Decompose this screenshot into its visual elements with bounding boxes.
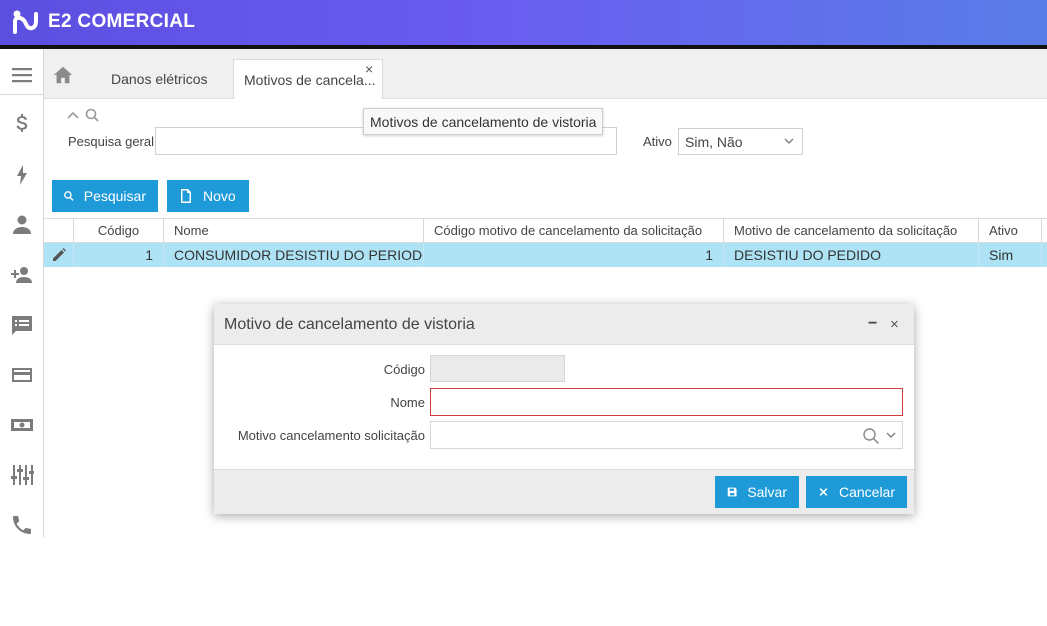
tab-tooltip: Motivos de cancelamento de vistoria bbox=[363, 108, 604, 135]
sliders-icon bbox=[11, 465, 34, 485]
home-icon bbox=[53, 66, 73, 84]
dialog-title: Motivo de cancelamento de vistoria bbox=[224, 316, 475, 333]
sidebar-item-card[interactable] bbox=[0, 355, 44, 395]
cancel-button[interactable]: Cancelar bbox=[806, 476, 907, 508]
sidebar-item-settings[interactable] bbox=[0, 455, 44, 495]
motivo-lookup-field[interactable] bbox=[430, 421, 903, 449]
nome-field[interactable] bbox=[430, 388, 903, 416]
dialog-minimize-button[interactable]: − bbox=[868, 315, 877, 333]
dialog-footer: Salvar Cancelar bbox=[214, 469, 914, 514]
table-row[interactable]: 1 CONSUMIDOR DESISTIU DO PERIODO 1 DESIS… bbox=[44, 243, 1047, 267]
cancel-button-label: Cancelar bbox=[838, 484, 895, 500]
chevron-down-icon[interactable] bbox=[886, 431, 896, 439]
search-button-label: Pesquisar bbox=[83, 188, 146, 204]
chat-list-icon bbox=[12, 316, 32, 335]
active-filter-value: Sim, Não bbox=[685, 133, 743, 150]
tab-label: Danos elétricos bbox=[111, 71, 208, 87]
search-icon bbox=[64, 191, 74, 201]
tab-motivos-cancelamento[interactable]: Motivos de cancela... bbox=[233, 59, 383, 99]
tab-home[interactable] bbox=[50, 63, 76, 87]
sidebar-item-messages[interactable] bbox=[0, 305, 44, 345]
column-header-ativo[interactable]: Ativo bbox=[979, 219, 1042, 242]
save-icon bbox=[727, 487, 737, 497]
search-icon bbox=[85, 108, 99, 122]
sidebar-item-electrical[interactable] bbox=[0, 155, 44, 195]
column-header-codigo[interactable]: Código bbox=[74, 219, 164, 242]
grid-header: Código Nome Código motivo de cancelament… bbox=[44, 218, 1047, 243]
app-logo[interactable]: E2 COMERCIAL bbox=[12, 10, 195, 34]
app-name: E2 COMERCIAL bbox=[48, 11, 196, 32]
tab-bar: Danos elétricos Motivos de cancela... × bbox=[44, 49, 1047, 99]
save-button[interactable]: Salvar bbox=[715, 476, 799, 508]
nome-label: Nome bbox=[390, 395, 425, 410]
menu-button[interactable] bbox=[0, 55, 44, 95]
active-filter-label: Ativo bbox=[643, 134, 672, 149]
phone-icon bbox=[13, 516, 31, 534]
document-icon bbox=[181, 189, 191, 203]
cell-nome: CONSUMIDOR DESISTIU DO PERIODO bbox=[164, 243, 424, 267]
sidebar-item-money[interactable] bbox=[0, 405, 44, 445]
add-person-icon bbox=[11, 267, 32, 283]
results-grid: Código Nome Código motivo de cancelament… bbox=[44, 218, 1047, 267]
money-icon bbox=[11, 419, 33, 431]
chevron-down-icon bbox=[784, 138, 794, 144]
dialog-close-button[interactable]: × bbox=[890, 316, 899, 333]
close-icon bbox=[819, 488, 828, 496]
cell-ativo: Sim bbox=[979, 243, 1042, 267]
tab-label: Motivos de cancela... bbox=[244, 71, 376, 88]
codigo-field bbox=[430, 355, 565, 382]
column-header-nome[interactable]: Nome bbox=[164, 219, 424, 242]
search-button[interactable]: Pesquisar bbox=[52, 180, 158, 212]
cell-codigo: 1 bbox=[74, 243, 164, 267]
app-header: E2 COMERCIAL bbox=[0, 0, 1047, 45]
grid-header-actions bbox=[44, 219, 74, 242]
dialog-header: Motivo de cancelamento de vistoria − × bbox=[214, 304, 914, 345]
logo-icon bbox=[13, 10, 38, 34]
new-button[interactable]: Novo bbox=[167, 180, 249, 212]
cell-codigo-motivo: 1 bbox=[424, 243, 724, 267]
person-icon bbox=[13, 215, 31, 234]
active-filter-select[interactable]: Sim, Não bbox=[678, 128, 803, 155]
sidebar-item-financial[interactable] bbox=[0, 104, 44, 144]
general-search-label: Pesquisa geral bbox=[68, 134, 154, 149]
new-button-label: Novo bbox=[203, 188, 236, 204]
card-icon bbox=[12, 368, 32, 382]
sidebar-item-phone[interactable] bbox=[0, 505, 44, 545]
tab-danos-eletricos[interactable]: Danos elétricos bbox=[101, 59, 218, 99]
sidebar-item-person[interactable] bbox=[0, 205, 44, 245]
sidebar-item-add-person[interactable] bbox=[0, 255, 44, 295]
save-button-label: Salvar bbox=[747, 484, 787, 500]
edit-dialog: Motivo de cancelamento de vistoria − × C… bbox=[214, 304, 914, 514]
search-icon[interactable] bbox=[862, 427, 880, 445]
sidebar bbox=[0, 49, 44, 537]
tab-close-button[interactable]: × bbox=[365, 62, 373, 76]
chevron-up-icon bbox=[67, 111, 79, 119]
motivo-label: Motivo cancelamento solicitação bbox=[237, 428, 425, 443]
codigo-label: Código bbox=[383, 362, 425, 377]
menu-icon bbox=[12, 67, 32, 82]
search-panel-toggle[interactable] bbox=[66, 108, 104, 122]
column-header-codigo-motivo[interactable]: Código motivo de cancelamento da solicit… bbox=[424, 219, 724, 242]
lightning-icon bbox=[17, 165, 27, 185]
pencil-icon bbox=[52, 248, 66, 261]
cell-motivo: DESISTIU DO PEDIDO bbox=[724, 243, 979, 267]
column-header-motivo[interactable]: Motivo de cancelamento da solicitação bbox=[724, 219, 979, 242]
dollar-icon bbox=[16, 114, 28, 132]
edit-row-button[interactable] bbox=[44, 243, 74, 267]
